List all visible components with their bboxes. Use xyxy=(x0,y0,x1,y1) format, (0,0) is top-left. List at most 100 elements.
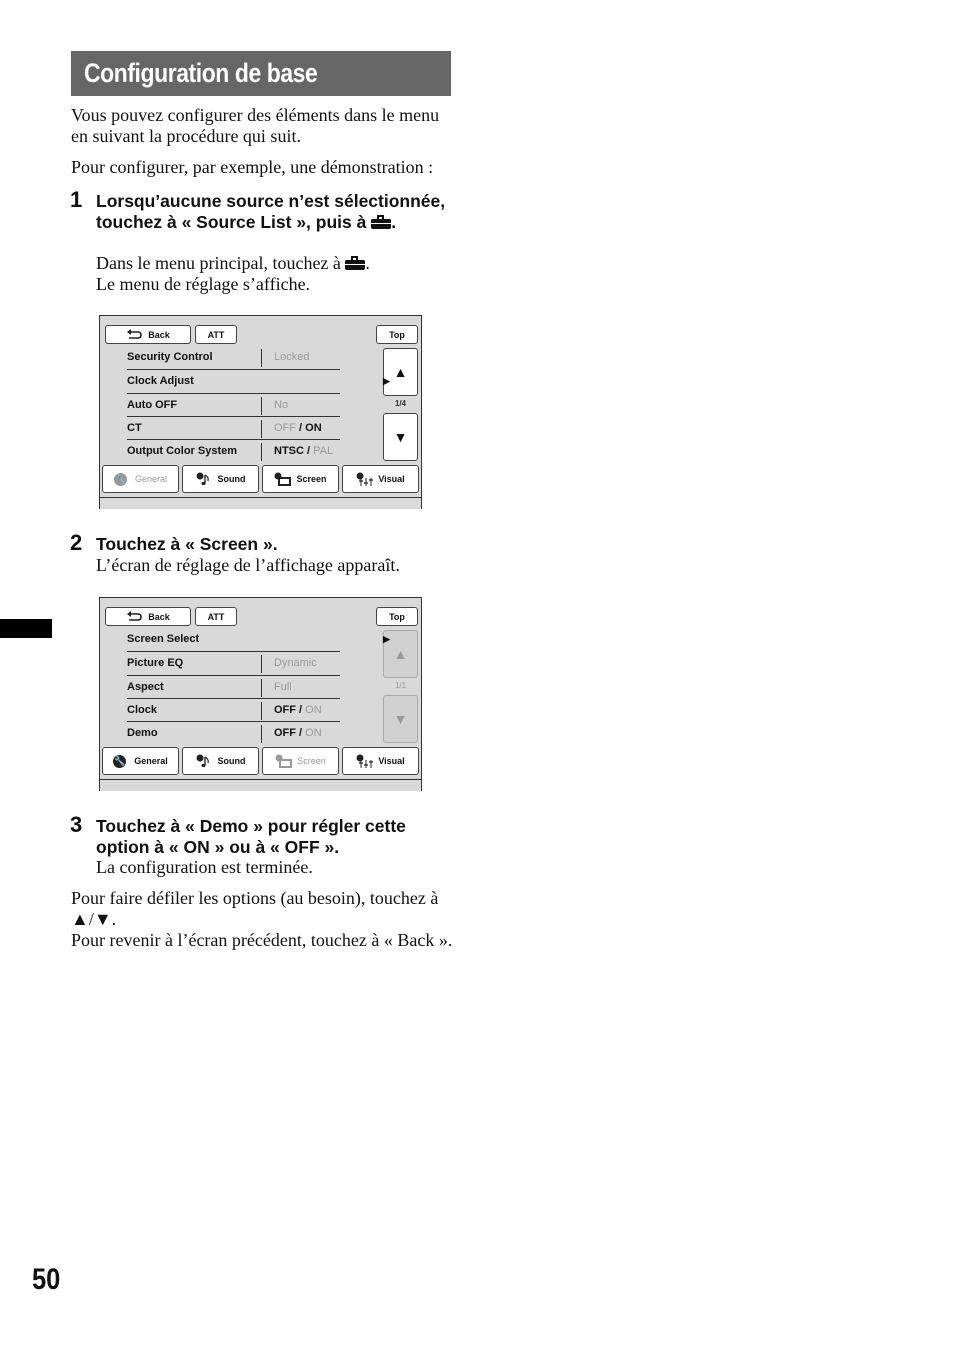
tab-label: Sound xyxy=(217,756,246,766)
top-label: Top xyxy=(389,329,405,340)
status-strip xyxy=(100,779,421,791)
submenu-arrow-icon: ▶ xyxy=(383,376,390,387)
back-button[interactable]: Back xyxy=(105,607,191,626)
back-label: Back xyxy=(148,329,170,340)
section-title-text: Configuration de base xyxy=(84,58,318,88)
top-button[interactable]: Top xyxy=(376,325,418,344)
step-heading: Touchez à « Demo » pour régler cette opt… xyxy=(96,816,406,857)
setting-row[interactable]: Picture EQ Dynamic xyxy=(127,651,340,675)
setting-label: Output Color System xyxy=(127,445,238,458)
status-strip xyxy=(100,497,421,509)
setting-row[interactable]: Output Color System NTSC / PAL xyxy=(127,439,340,463)
tab-general[interactable]: 🔧 General xyxy=(102,465,179,493)
tab-visual[interactable]: Visual xyxy=(342,747,419,775)
back-button[interactable]: Back xyxy=(105,325,191,344)
top-button[interactable]: Top xyxy=(376,607,418,626)
down-arrow-icon: ▼ xyxy=(393,711,408,727)
value-part: OFF xyxy=(274,421,296,434)
scroll-note: Pour faire défiler les options (au besoi… xyxy=(71,888,439,929)
back-arrow-icon xyxy=(126,328,143,341)
setting-row[interactable]: CT OFF / ON xyxy=(127,415,340,440)
setting-label: Picture EQ xyxy=(127,657,184,670)
step-body-line: Dans le menu principal, touchez à . xyxy=(96,253,456,274)
value-part: / ON xyxy=(296,421,322,434)
setting-label: Clock Adjust xyxy=(127,375,194,388)
setting-label: Clock xyxy=(127,703,157,716)
scroll-down-button[interactable]: ▼ xyxy=(383,413,418,461)
settings-screen-general: Back ATT Top ▲ 1/4 ▼ Security Control Locked Clo… xyxy=(99,315,422,509)
music-note-icon xyxy=(196,472,210,486)
section-title: Configuration de base xyxy=(71,51,451,96)
tab-sound[interactable]: Sound xyxy=(182,465,259,493)
value-part: OFF / xyxy=(274,703,306,716)
intro-example-line: Pour configurer, par exemple, une démons… xyxy=(71,157,434,177)
back-note: Pour revenir à l’écran précédent, touche… xyxy=(71,930,453,950)
tab-label: Screen xyxy=(297,756,326,766)
row-divider xyxy=(261,725,262,744)
row-divider xyxy=(261,678,262,697)
equalizer-icon xyxy=(356,754,374,768)
tab-label: Visual xyxy=(378,474,405,484)
tab-label: General xyxy=(134,474,168,484)
tab-screen[interactable]: Screen xyxy=(262,747,339,775)
tab-general[interactable]: 🔧 General xyxy=(102,747,179,775)
setting-label: Security Control xyxy=(127,351,213,363)
tab-label: Visual xyxy=(378,756,405,766)
setting-value: NTSC / PAL xyxy=(274,440,333,463)
setting-value: OFF / ON xyxy=(274,722,322,745)
page-indicator: 1/1 xyxy=(394,681,407,690)
step-body: L’écran de réglage de l’affichage appara… xyxy=(96,555,400,575)
equalizer-icon xyxy=(356,472,374,486)
att-label: ATT xyxy=(207,329,225,340)
intro-paragraph: Vous pouvez configurer des éléments dans… xyxy=(71,105,440,146)
value-part: Dynamic xyxy=(274,657,317,670)
tab-screen[interactable]: Screen xyxy=(262,465,339,493)
page-number: 50 xyxy=(32,1263,61,1296)
step-heading: Lorsqu’aucune source n’est sélectionnée,… xyxy=(96,191,456,232)
setting-row[interactable]: Security Control Locked xyxy=(127,346,340,369)
toolbox-icon xyxy=(371,214,392,229)
step-number: 2 xyxy=(70,530,83,555)
setting-value: Dynamic xyxy=(274,652,317,675)
row-divider xyxy=(261,701,262,720)
setting-label: CT xyxy=(127,421,142,434)
setting-row[interactable]: Aspect Full xyxy=(127,674,340,699)
scroll-down-button[interactable]: ▼ xyxy=(383,695,418,743)
tab-label: Screen xyxy=(296,474,327,484)
att-button[interactable]: ATT xyxy=(195,607,237,626)
down-arrow-icon: ▼ xyxy=(393,429,408,445)
setting-row[interactable]: Auto OFF No xyxy=(127,392,340,417)
back-label: Back xyxy=(148,611,170,622)
setting-value: OFF / ON xyxy=(274,417,322,440)
value-part: ON xyxy=(305,703,322,716)
tab-label: General xyxy=(134,756,168,766)
value-part: NTSC / xyxy=(274,445,314,458)
att-button[interactable]: ATT xyxy=(195,325,237,344)
step-heading-period: . xyxy=(391,211,397,232)
tab-label: Sound xyxy=(217,474,246,484)
step-body-period: . xyxy=(365,253,370,273)
row-divider xyxy=(261,396,262,415)
screen-icon xyxy=(275,754,293,768)
wrench-icon: 🔧 xyxy=(113,472,127,486)
step-number: 1 xyxy=(70,187,83,212)
setting-label: Demo xyxy=(127,727,158,740)
setting-label: Screen Select xyxy=(127,633,200,645)
value-part: Locked xyxy=(274,351,310,363)
setting-row[interactable]: Demo OFF / ON xyxy=(127,721,340,745)
section-thumb-tab xyxy=(0,619,52,638)
setting-value: OFF / ON xyxy=(274,699,322,722)
tab-sound[interactable]: Sound xyxy=(182,747,259,775)
setting-value: No xyxy=(274,394,288,417)
up-arrow-icon: ▲ xyxy=(393,646,408,662)
settings-screen-screen: Back ATT Top ▲ 1/1 ▼ Screen Select ▶ Picture EQ D… xyxy=(99,597,422,791)
att-label: ATT xyxy=(207,611,225,622)
setting-row[interactable]: Screen Select ▶ xyxy=(127,628,390,651)
toolbox-icon xyxy=(345,256,366,270)
value-part: PAL xyxy=(313,445,334,458)
setting-row[interactable]: Clock OFF / ON xyxy=(127,697,340,722)
step-number: 3 xyxy=(70,812,83,837)
tab-visual[interactable]: Visual xyxy=(342,465,419,493)
setting-row[interactable]: Clock Adjust ▶ xyxy=(127,369,390,393)
submenu-arrow-icon: ▶ xyxy=(383,634,390,644)
